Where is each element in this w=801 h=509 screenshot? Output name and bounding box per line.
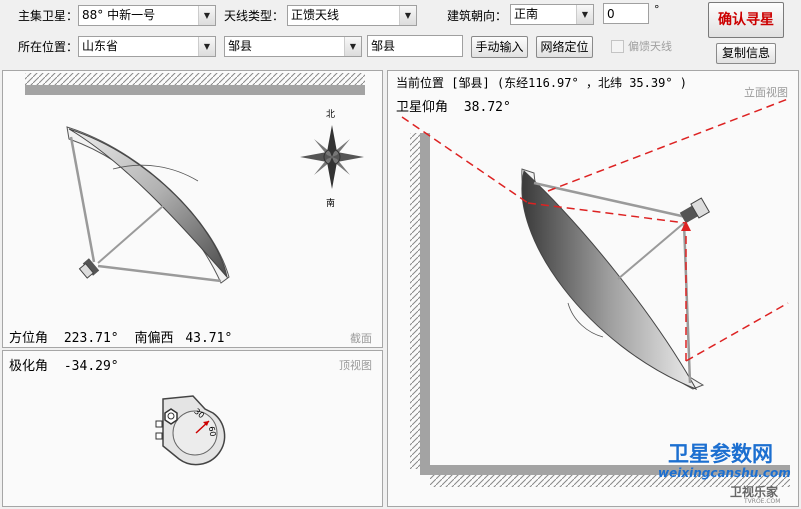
compass-south-label: 南	[326, 199, 336, 209]
province-value: 山东省	[82, 39, 119, 53]
chevron-down-icon[interactable]: ▼	[344, 37, 361, 56]
section-view-label: 截面	[350, 332, 372, 345]
direction-value: 43.71°	[185, 331, 233, 346]
orientation-label: 建筑朝向：	[447, 9, 508, 23]
ceiling-slab	[25, 73, 365, 95]
signal-arrow-icon	[681, 221, 691, 231]
city-input-value: 邹县	[371, 39, 396, 53]
watermark: 卫星参数网 weixingcanshu.com 卫视乐家 TVROE.COM	[658, 438, 800, 508]
confirm-search-button[interactable]: 确认寻星	[708, 2, 784, 38]
direction-label: 南偏西	[134, 331, 174, 346]
chevron-down-icon[interactable]: ▼	[399, 6, 416, 25]
orientation-degrees-value: 0	[607, 7, 615, 21]
satellite-select-value: 88° 中新一号	[82, 8, 156, 22]
compass-rose-icon	[300, 125, 364, 189]
dish-elevation-view	[521, 168, 711, 390]
azimuth-label: 方位角	[9, 331, 49, 346]
city-value: 邹县	[228, 39, 253, 53]
orientation-select[interactable]: 正南 ▼	[510, 4, 594, 25]
satellite-select[interactable]: 88° 中新一号 ▼	[78, 5, 216, 26]
antenna-type-select[interactable]: 正馈天线 ▼	[287, 5, 417, 26]
dial-60-label: 60	[206, 425, 218, 438]
top-view-drawing	[155, 395, 226, 466]
orientation-value: 正南	[514, 7, 539, 21]
degree-symbol: °	[654, 3, 660, 16]
copy-info-button[interactable]: 复制信息	[716, 43, 776, 64]
offset-antenna-checkbox[interactable]	[611, 40, 624, 53]
manual-input-button[interactable]: 手动输入	[471, 36, 528, 58]
chevron-down-icon[interactable]: ▼	[198, 37, 215, 56]
antenna-type-label: 天线类型：	[224, 9, 285, 23]
azimuth-value: 223.71°	[63, 331, 119, 346]
location-label: 所在位置：	[18, 40, 79, 54]
city-input[interactable]: 邹县	[367, 35, 463, 57]
province-select[interactable]: 山东省 ▼	[78, 36, 216, 57]
chevron-down-icon[interactable]: ▼	[198, 6, 215, 25]
watermark-title: 卫星参数网	[668, 442, 773, 466]
watermark-url: weixingcanshu.com	[658, 466, 791, 480]
satellite-label: 主集卫星：	[18, 9, 79, 23]
network-locate-button[interactable]: 网络定位	[536, 36, 593, 58]
orientation-degrees-input[interactable]: 0	[603, 3, 649, 24]
dish-side-view	[66, 126, 230, 284]
chevron-down-icon[interactable]: ▼	[576, 5, 593, 24]
compass-north-label: 北	[326, 110, 336, 120]
top-view-panel: 极化角 -34.29° 顶视图 30 60	[2, 350, 383, 507]
antenna-type-value: 正馈天线	[291, 8, 340, 22]
watermark-brand-url: TVROE.COM	[744, 498, 781, 505]
city-select[interactable]: 邹县 ▼	[224, 36, 362, 57]
offset-antenna-label: 偏馈天线	[628, 40, 672, 53]
azimuth-readout: 方位角 223.71° 南偏西 43.71°	[9, 327, 232, 346]
section-view-panel: 北 南 方位角 223.71° 南偏西 43.71° 截面	[2, 70, 383, 348]
